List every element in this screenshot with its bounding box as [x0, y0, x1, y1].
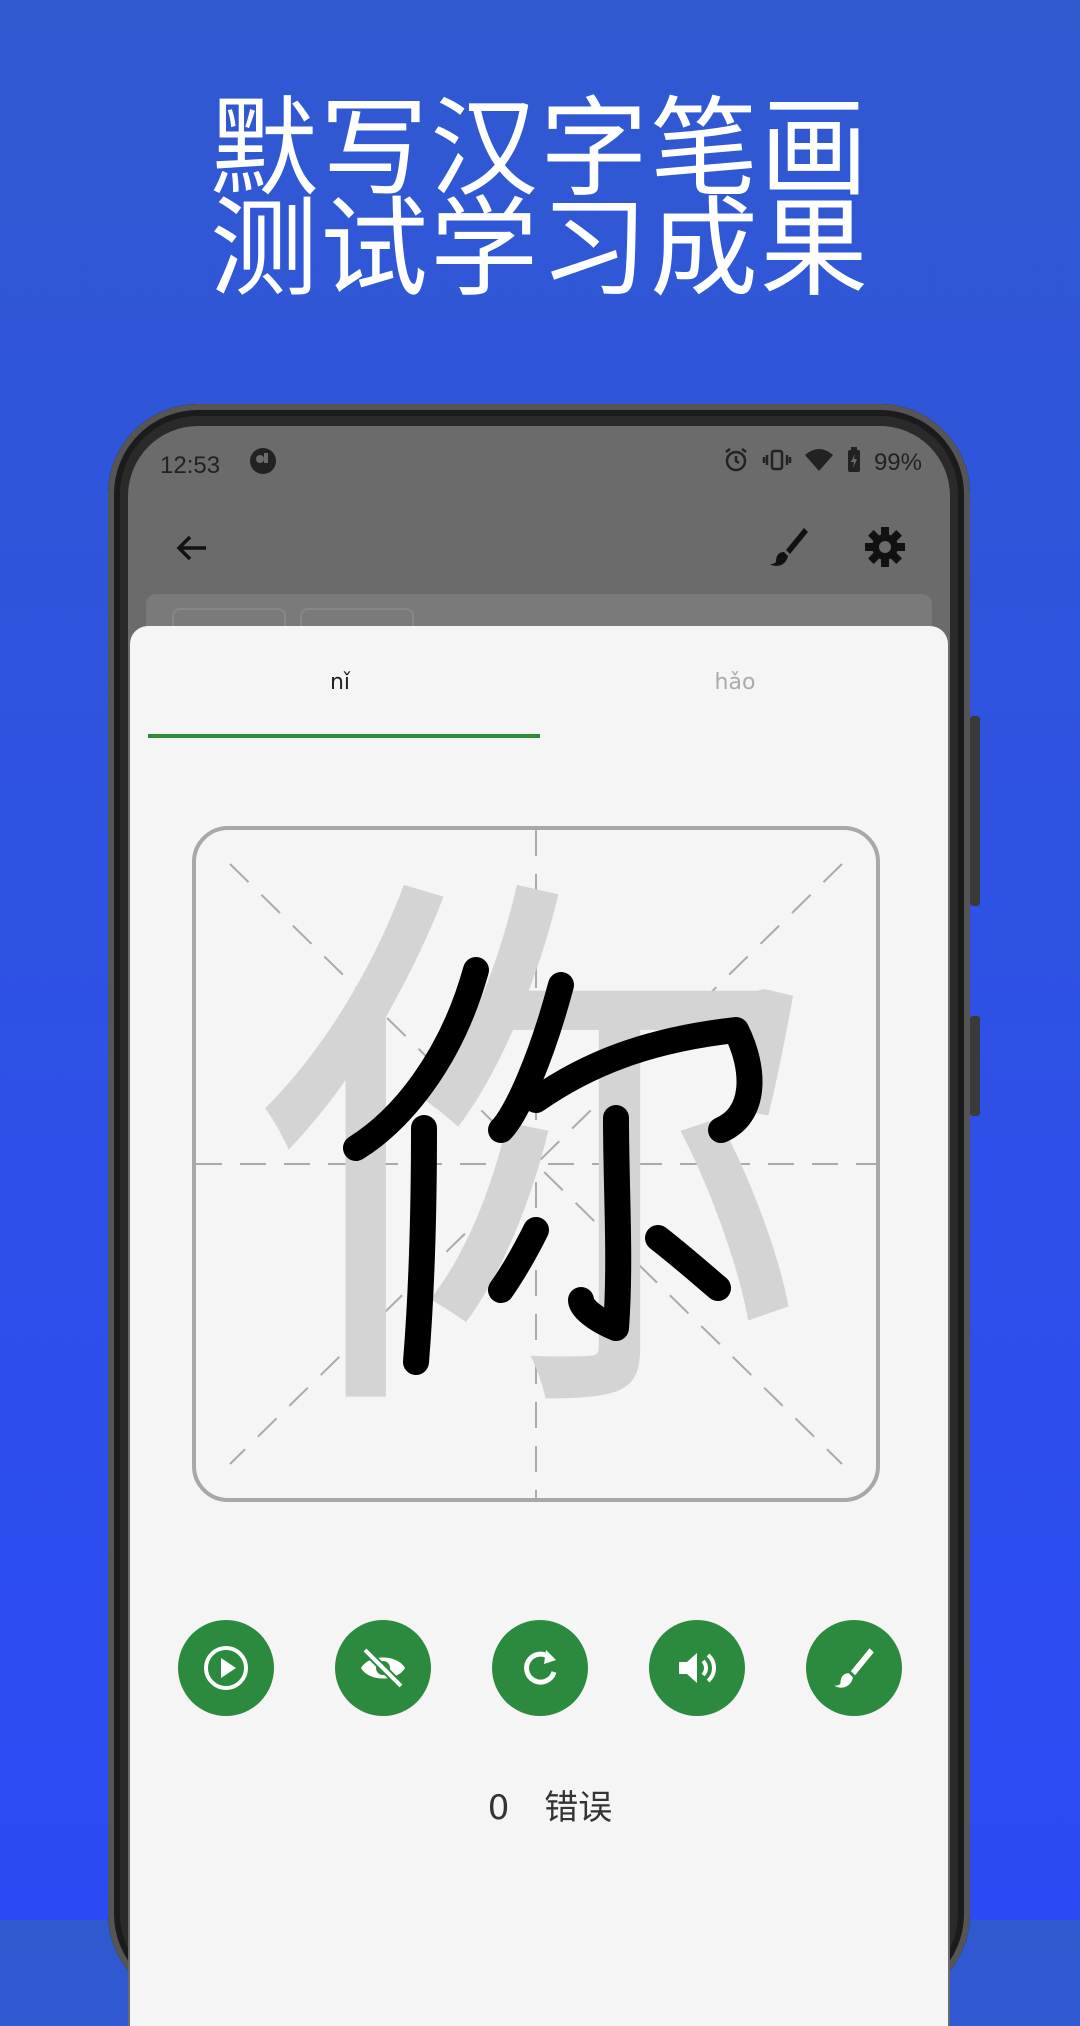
user-strokes [343, 957, 763, 1375]
app-bar [128, 500, 950, 596]
eye-off-icon [361, 1647, 405, 1689]
back-arrow-icon [176, 535, 206, 561]
battery-icon [846, 446, 862, 480]
tab-label: nǐ [329, 669, 351, 695]
control-row [130, 1620, 970, 1720]
play-icon [204, 1646, 248, 1690]
brush-settings-button[interactable] [764, 522, 814, 572]
tab-hao[interactable]: hǎo [536, 626, 934, 738]
battery-percent: 99% [873, 449, 922, 476]
mistake-count: 0 [487, 1788, 510, 1828]
tab-ni[interactable]: nǐ [144, 626, 536, 738]
brush-icon [834, 1648, 874, 1688]
brush-icon [770, 528, 808, 566]
volume-icon [679, 1653, 716, 1683]
promo-headline: 默写汉字笔画 测试学习成果 [0, 87, 1080, 312]
settings-button[interactable] [860, 522, 910, 572]
play-sound-button[interactable] [649, 1620, 745, 1716]
brush-style-button[interactable] [806, 1620, 902, 1716]
restart-button[interactable] [492, 1620, 588, 1716]
toggle-outline-button[interactable] [335, 1620, 431, 1716]
practice-sheet: nǐ hǎo 你 0 错误 [130, 626, 948, 2026]
promo-line-1: 默写汉字笔画 [209, 87, 870, 212]
promo-line-2: 测试学习成果 [209, 187, 870, 312]
gear-icon [865, 527, 905, 567]
tab-indicator [148, 734, 540, 738]
mistake-label: 错误 [544, 1788, 613, 1828]
back-button[interactable] [168, 524, 216, 572]
mistake-counter: 0 错误 [130, 1780, 970, 1829]
power-side-button [970, 1016, 980, 1116]
tab-label: hǎo [714, 669, 756, 695]
play-animation-button[interactable] [178, 1620, 274, 1716]
volume-side-button [970, 716, 980, 906]
vibrate-icon [762, 446, 792, 480]
status-bar: 12:53 99% [128, 426, 950, 496]
refresh-icon [524, 1650, 557, 1685]
app-logo-icon [248, 446, 278, 482]
status-time: 12:53 [160, 452, 221, 479]
alarm-icon [722, 446, 750, 480]
wifi-icon [804, 447, 834, 479]
writing-grid[interactable]: 你 [192, 826, 880, 1502]
